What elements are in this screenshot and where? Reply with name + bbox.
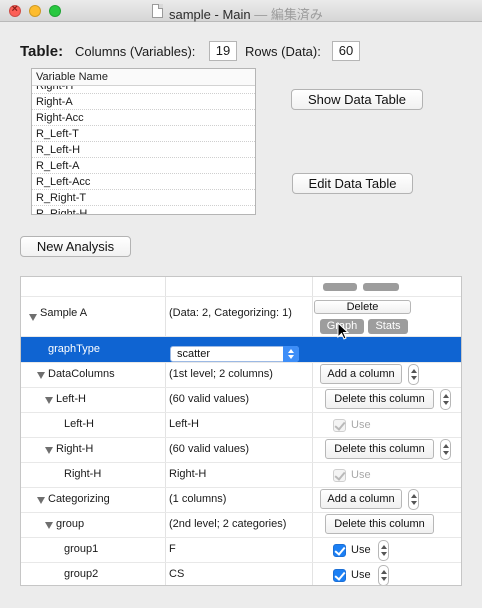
use-checkbox bbox=[333, 469, 346, 482]
row-info: (1 columns) bbox=[169, 493, 227, 505]
stats-button[interactable]: Stats bbox=[368, 319, 408, 334]
row-name: group bbox=[56, 518, 85, 530]
table-row[interactable]: DataColumns (1st level; 2 columns) Add a… bbox=[21, 363, 461, 388]
table-row[interactable]: group1 F Use bbox=[21, 538, 461, 563]
use-checkbox bbox=[333, 419, 346, 432]
use-label: Use bbox=[351, 419, 371, 431]
disclosure-triangle-icon[interactable] bbox=[45, 397, 53, 404]
variable-list-header[interactable]: Variable Name bbox=[32, 69, 255, 86]
use-label: Use bbox=[351, 569, 371, 581]
columns-count-field[interactable]: 19 bbox=[209, 41, 237, 61]
window-title: sample - Main — 編集済み bbox=[169, 7, 323, 22]
list-item[interactable]: Right-Acc bbox=[32, 110, 255, 126]
minimize-window-button[interactable] bbox=[29, 5, 41, 17]
graph-type-select[interactable]: scatter bbox=[170, 346, 299, 362]
row-info: Right-H bbox=[169, 468, 207, 480]
list-item[interactable]: R_Right-T bbox=[32, 190, 255, 206]
outline-header-row bbox=[21, 277, 461, 297]
row-name: DataColumns bbox=[48, 368, 115, 380]
add-column-button[interactable]: Add a column bbox=[320, 489, 402, 509]
table-row-selected[interactable]: graphType scatter bbox=[21, 337, 461, 363]
delete-column-button[interactable]: Delete this column bbox=[325, 439, 434, 459]
table-row[interactable]: Left-H Left-H Use bbox=[21, 413, 461, 438]
updown-arrows-icon bbox=[283, 346, 299, 362]
row-info: (60 valid values) bbox=[169, 393, 250, 405]
table-row[interactable]: group2 CS Use bbox=[21, 563, 461, 585]
disclosure-triangle-icon[interactable] bbox=[45, 447, 53, 454]
stepper-control[interactable] bbox=[378, 565, 389, 585]
row-name: graphType bbox=[48, 343, 100, 355]
use-label: Use bbox=[351, 469, 371, 481]
delete-column-button[interactable]: Delete this column bbox=[325, 514, 434, 534]
rows-count-field[interactable]: 60 bbox=[332, 41, 360, 61]
disclosure-triangle-icon[interactable] bbox=[37, 497, 45, 504]
table-row[interactable]: Categorizing (1 columns) Add a column bbox=[21, 488, 461, 513]
row-name: Left-H bbox=[64, 418, 94, 430]
edit-data-table-button[interactable]: Edit Data Table bbox=[292, 173, 413, 194]
row-info: (2nd level; 2 categories) bbox=[169, 518, 287, 530]
stepper-control[interactable] bbox=[440, 439, 451, 460]
disclosure-triangle-icon[interactable] bbox=[37, 372, 45, 379]
stepper-control[interactable] bbox=[408, 489, 419, 510]
row-info: (1st level; 2 columns) bbox=[169, 368, 273, 380]
rows-label: Rows (Data): bbox=[245, 44, 321, 59]
scrolled-tab bbox=[323, 283, 357, 291]
mouse-pointer-icon bbox=[337, 322, 349, 340]
variable-list-body[interactable]: Right-H Right-A Right-Acc R_Left-T R_Lef… bbox=[32, 86, 255, 214]
list-item[interactable]: R_Right-H bbox=[32, 206, 255, 214]
disclosure-triangle-icon[interactable] bbox=[29, 314, 37, 321]
scrolled-tab bbox=[363, 283, 399, 291]
close-window-button[interactable] bbox=[9, 3, 21, 17]
analysis-outline[interactable]: Sample A (Data: 2, Categorizing: 1) Dele… bbox=[20, 276, 462, 586]
show-data-table-button[interactable]: Show Data Table bbox=[291, 89, 423, 110]
table-row[interactable]: Right-H Right-H Use bbox=[21, 463, 461, 488]
list-item[interactable]: R_Left-Acc bbox=[32, 174, 255, 190]
new-analysis-button[interactable]: New Analysis bbox=[20, 236, 131, 257]
row-name: Right-H bbox=[64, 468, 102, 480]
stepper-control[interactable] bbox=[440, 389, 451, 410]
columns-label: Columns (Variables): bbox=[75, 44, 196, 59]
document-icon bbox=[152, 4, 163, 18]
table-row[interactable]: group (2nd level; 2 categories) Delete t… bbox=[21, 513, 461, 538]
row-name: Right-H bbox=[56, 443, 94, 455]
delete-column-button[interactable]: Delete this column bbox=[325, 389, 434, 409]
use-checkbox[interactable] bbox=[333, 544, 346, 557]
zoom-window-button[interactable] bbox=[49, 5, 61, 17]
row-info: CS bbox=[169, 568, 185, 580]
table-row[interactable]: Sample A (Data: 2, Categorizing: 1) Dele… bbox=[21, 297, 461, 337]
row-name: Categorizing bbox=[48, 493, 110, 505]
variable-list[interactable]: Variable Name Right-H Right-A Right-Acc … bbox=[31, 68, 256, 215]
row-info: (Data: 2, Categorizing: 1) bbox=[169, 307, 292, 319]
row-name: Left-H bbox=[56, 393, 86, 405]
list-item[interactable]: R_Left-A bbox=[32, 158, 255, 174]
table-row[interactable]: Left-H (60 valid values) Delete this col… bbox=[21, 388, 461, 413]
window-titlebar: sample - Main — 編集済み bbox=[0, 0, 482, 22]
add-column-button[interactable]: Add a column bbox=[320, 364, 402, 384]
row-name: Sample A bbox=[40, 307, 88, 319]
list-item[interactable]: R_Left-H bbox=[32, 142, 255, 158]
row-name: group2 bbox=[64, 568, 99, 580]
row-info: (60 valid values) bbox=[169, 443, 250, 455]
disclosure-triangle-icon[interactable] bbox=[45, 522, 53, 529]
row-name: group1 bbox=[64, 543, 99, 555]
list-item[interactable]: Right-H bbox=[32, 86, 255, 94]
use-label: Use bbox=[351, 544, 371, 556]
stepper-control[interactable] bbox=[408, 364, 419, 385]
use-checkbox[interactable] bbox=[333, 569, 346, 582]
list-item[interactable]: R_Left-T bbox=[32, 126, 255, 142]
table-label: Table: bbox=[20, 43, 64, 60]
row-info: Left-H bbox=[169, 418, 199, 430]
table-row[interactable]: Right-H (60 valid values) Delete this co… bbox=[21, 438, 461, 463]
delete-button[interactable]: Delete bbox=[314, 300, 411, 314]
row-info: F bbox=[169, 543, 176, 555]
select-value: scatter bbox=[177, 348, 211, 360]
list-item[interactable]: Right-A bbox=[32, 94, 255, 110]
edited-status: — 編集済み bbox=[254, 7, 323, 22]
stepper-control[interactable] bbox=[378, 540, 389, 561]
